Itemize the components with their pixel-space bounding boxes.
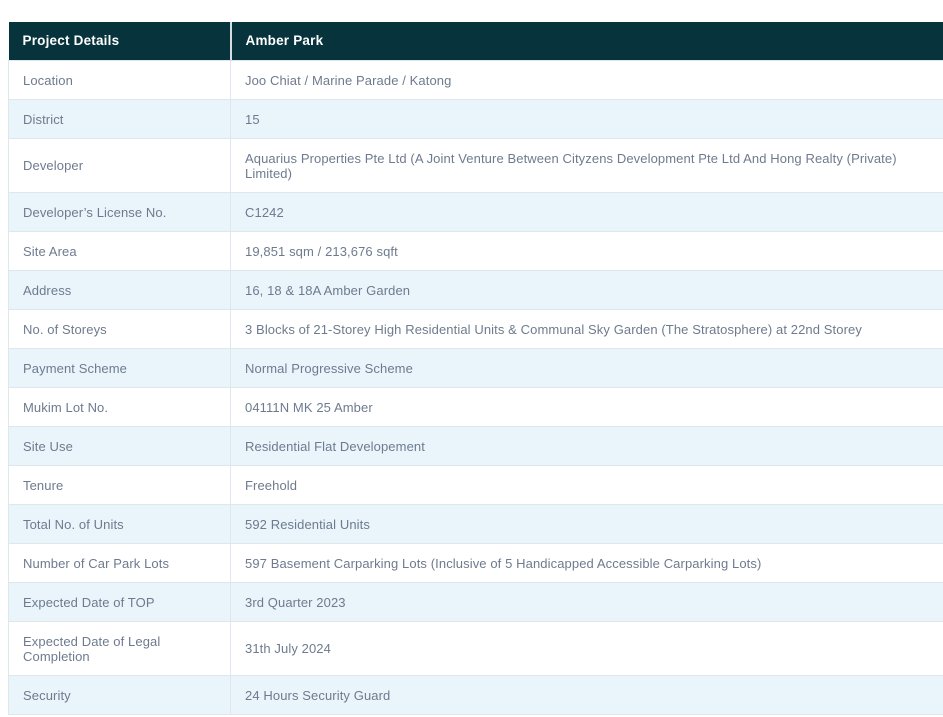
row-label: District (9, 100, 231, 139)
table-row: Number of Car Park Lots 597 Basement Car… (9, 544, 943, 583)
row-label: Payment Scheme (9, 349, 231, 388)
row-value: 04111N MK 25 Amber (231, 388, 943, 427)
row-label: Site Use (9, 427, 231, 466)
row-value: 3rd Quarter 2023 (231, 583, 943, 622)
row-label: Developer’s License No. (9, 193, 231, 232)
row-label: Location (9, 61, 231, 100)
row-value: Joo Chiat / Marine Parade / Katong (231, 61, 943, 100)
row-value: Normal Progressive Scheme (231, 349, 943, 388)
row-label: Number of Car Park Lots (9, 544, 231, 583)
row-value: Residential Flat Developement (231, 427, 943, 466)
table-row: Total No. of Units 592 Residential Units (9, 505, 943, 544)
table-row: Mukim Lot No. 04111N MK 25 Amber (9, 388, 943, 427)
row-value: 15 (231, 100, 943, 139)
row-value: 3 Blocks of 21-Storey High Residential U… (231, 310, 943, 349)
row-label: Mukim Lot No. (9, 388, 231, 427)
page-viewport: Project Details Amber Park Location Joo … (0, 0, 943, 717)
table-row: District 15 (9, 100, 943, 139)
table-row: No. of Storeys 3 Blocks of 21-Storey Hig… (9, 310, 943, 349)
row-label: Developer (9, 139, 231, 193)
row-value: Aquarius Properties Pte Ltd (A Joint Ven… (231, 139, 943, 193)
row-value: Freehold (231, 466, 943, 505)
row-label: Site Area (9, 232, 231, 271)
table-row: Tenure Freehold (9, 466, 943, 505)
row-value: 24 Hours Security Guard (231, 676, 943, 715)
row-label: Expected Date of Legal Completion (9, 622, 231, 676)
row-value: 31th July 2024 (231, 622, 943, 676)
table-row: Developer’s License No. C1242 (9, 193, 943, 232)
row-label: Tenure (9, 466, 231, 505)
table-row: Expected Date of TOP 3rd Quarter 2023 (9, 583, 943, 622)
row-label: Address (9, 271, 231, 310)
table-row: Location Joo Chiat / Marine Parade / Kat… (9, 61, 943, 100)
row-value: 19,851 sqm / 213,676 sqft (231, 232, 943, 271)
row-value: 592 Residential Units (231, 505, 943, 544)
header-project-name: Amber Park (231, 22, 943, 61)
row-value: C1242 (231, 193, 943, 232)
row-label: Expected Date of TOP (9, 583, 231, 622)
table-row: Site Use Residential Flat Developement (9, 427, 943, 466)
table-row: Address 16, 18 & 18A Amber Garden (9, 271, 943, 310)
row-value: 16, 18 & 18A Amber Garden (231, 271, 943, 310)
table-header-row: Project Details Amber Park (9, 22, 943, 61)
table-row: Security 24 Hours Security Guard (9, 676, 943, 715)
header-project-details: Project Details (9, 22, 231, 61)
row-value: 597 Basement Carparking Lots (Inclusive … (231, 544, 943, 583)
row-label: Total No. of Units (9, 505, 231, 544)
row-label: No. of Storeys (9, 310, 231, 349)
table-row: Developer Aquarius Properties Pte Ltd (A… (9, 139, 943, 193)
table-body: Location Joo Chiat / Marine Parade / Kat… (9, 61, 943, 715)
project-details-table: Project Details Amber Park Location Joo … (8, 22, 943, 715)
table-row: Expected Date of Legal Completion 31th J… (9, 622, 943, 676)
row-label: Security (9, 676, 231, 715)
table-row: Payment Scheme Normal Progressive Scheme (9, 349, 943, 388)
table-row: Site Area 19,851 sqm / 213,676 sqft (9, 232, 943, 271)
